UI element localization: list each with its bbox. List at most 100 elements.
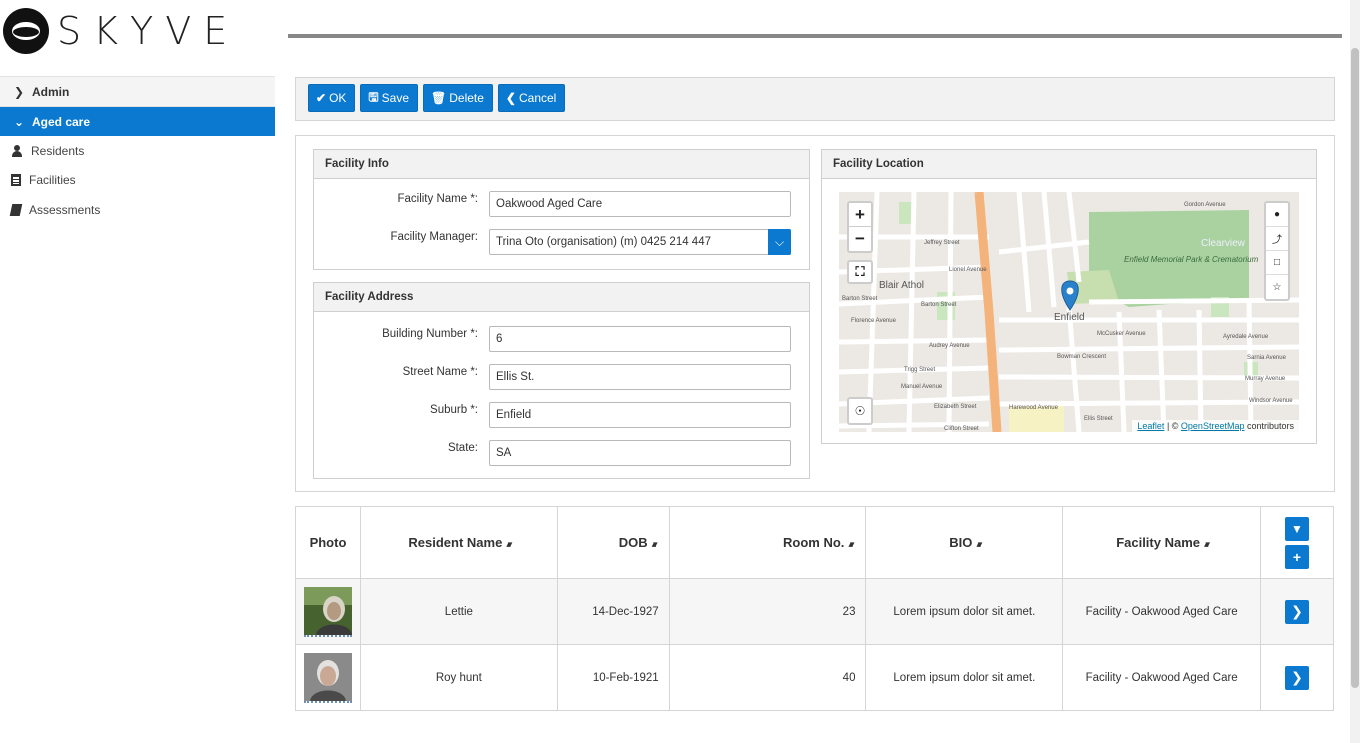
column-title: Resident Name [408,535,503,550]
facility-manager-combo[interactable] [489,229,791,255]
sidebar-item-label: Assessments [29,202,101,217]
resident-photo-image [303,586,352,635]
scrollbar-thumb[interactable] [1351,48,1359,688]
map-label-trigg: Trigg Street [904,367,935,373]
column-title: Photo [309,535,347,550]
column-header-facility-name[interactable]: Facility Name ▴▾ [1062,506,1262,579]
sort-icon[interactable]: ▴▾ [976,539,982,549]
column-title: BIO [949,535,973,550]
map-label-elizabeth: Elizabeth Street [934,404,977,410]
menu-group-aged-care[interactable]: ⌄ Aged care [0,106,275,136]
fullscreen-icon[interactable]: ⛶ [847,260,873,284]
map-label-florence: Florence Avenue [851,318,897,324]
zoom-out-button[interactable]: − [849,227,871,251]
sidebar-menu: ❯ Admin ⌄ Aged care Residents Facilities… [0,76,275,225]
column-header-dob[interactable]: DOB ▴▾ [556,506,670,579]
openstreetmap-link[interactable]: OpenStreetMap [1181,421,1245,431]
fullscreen-control: ⛶ [847,260,873,284]
column-header-resident-name[interactable]: Resident Name ▴▾ [359,506,558,579]
resident-photo[interactable] [303,652,352,703]
sidebar-item-facilities[interactable]: Facilities [0,166,275,196]
bio-cell: Lorem ipsum dolor sit amet. [865,578,1064,645]
column-title: Facility Name [1116,535,1201,550]
locate-icon[interactable]: ☉ [849,399,871,423]
menu-group-admin[interactable]: ❯ Admin [0,76,275,106]
panel-title: Facility Address [314,283,809,312]
chevron-left-icon: ❮ [505,91,516,105]
locate-control: ☉ [847,397,873,425]
delete-label: Delete [449,91,484,105]
resident-photo[interactable] [303,586,352,637]
location-map[interactable]: Blair Athol Enfield Clearview Enfield Me… [839,192,1299,432]
zoom-in-button[interactable]: + [849,203,871,227]
zoom-control: + − [847,201,873,253]
building-number-input[interactable] [489,326,791,352]
sort-icon[interactable]: ▴▾ [506,539,512,549]
map-label-audrey: Audrey Avenue [929,343,970,349]
page-scrollbar[interactable] [1350,0,1360,743]
chevron-down-icon: ⌄ [14,114,25,129]
trash-icon: 🗑 [431,91,447,105]
table-header-row: Photo Resident Name ▴▾ DOB ▴▾ Room No. ▴▾ B… [295,506,1334,579]
map-label-clearview: Clearview [1201,238,1246,249]
map-label-mccusker: McCusker Avenue [1097,331,1146,337]
panel-title: Facility Info [314,150,809,179]
map-label-enfield: Enfield [1054,312,1085,323]
draw-marker-icon[interactable]: ● [1266,203,1288,227]
action-cell: ❯ [1260,578,1334,645]
facility-location-panel: Facility Location Blair Athol Enfield Cl… [821,149,1317,444]
table-row[interactable]: Roy hunt 10-Feb-1921 40 Lorem ipsum dolo… [295,644,1334,711]
leaflet-link[interactable]: Leaflet [1137,421,1164,431]
field-label: Street Name *: [402,366,478,378]
street-name-input[interactable] [489,364,791,390]
map-label-windsor: Windsor Avenue [1249,398,1293,404]
logo-mark-icon [3,8,49,54]
draw-polyline-icon[interactable]: ⤴ [1266,227,1288,251]
map-label-murray: Murray Avenue [1245,376,1286,382]
sort-icon[interactable]: ▴▾ [652,539,658,549]
draw-rectangle-icon[interactable]: □ [1266,251,1288,275]
map-draw-toolbar: ● ⤴ □ ☆ [1264,201,1290,301]
room-cell: 40 [668,644,867,711]
column-title: Room No. [783,535,845,550]
open-row-chevron-right-icon[interactable]: ❯ [1285,599,1309,624]
person-icon [11,144,23,157]
dob-cell: 14-Dec-1927 [556,578,670,645]
suburb-input[interactable] [489,402,791,428]
sort-icon[interactable]: ▴▾ [848,539,854,549]
ok-button[interactable]: ✔ OK [308,84,356,112]
sidebar-item-label: Facilities [29,173,76,188]
facility-name-input[interactable] [489,191,791,217]
map-label-jeffrey: Jeffrey Street [924,240,960,246]
draw-polygon-icon[interactable]: ☆ [1266,275,1288,299]
filter-icon[interactable]: ▼ [1285,516,1309,541]
bio-cell: Lorem ipsum dolor sit amet. [865,644,1064,711]
open-row-chevron-right-icon[interactable]: ❯ [1285,665,1309,690]
facility-info-panel: Facility Info Facility Name *: Facility … [313,149,810,270]
brand-name: SKYVE [57,9,240,53]
attribution-separator: | © [1164,421,1181,431]
map-label-manuel: Manuel Avenue [901,384,943,390]
state-row: State: [314,440,809,466]
chevron-down-icon[interactable]: ⌵ [768,229,791,255]
app-logo: SKYVE [3,8,239,54]
column-header-room-no[interactable]: Room No. ▴▾ [668,506,867,579]
cancel-label: Cancel [518,91,557,105]
cancel-button[interactable]: ❮ Cancel [497,84,566,112]
facility-name-cell: Facility - Oakwood Aged Care [1062,644,1262,711]
add-icon[interactable]: + [1285,544,1309,569]
map-label-lionel: Lionel Avenue [949,267,987,273]
column-header-bio[interactable]: BIO ▴▾ [865,506,1064,579]
suburb-row: Suburb *: [314,402,809,428]
menu-group-label: Admin [32,84,70,99]
table-row[interactable]: Lettie 14-Dec-1927 23 Lorem ipsum dolor … [295,578,1334,645]
sidebar-item-residents[interactable]: Residents [0,136,275,166]
map-attribution: Leaflet | © OpenStreetMap contributors [1132,420,1299,432]
dob-cell: 10-Feb-1921 [556,644,670,711]
sort-icon[interactable]: ▴▾ [1204,539,1210,549]
map-label-ayredale: Ayredale Avenue [1223,334,1269,340]
sidebar-item-assessments[interactable]: Assessments [0,195,275,225]
state-input[interactable] [489,440,791,466]
delete-button[interactable]: 🗑 Delete [423,84,493,112]
save-button[interactable]: 🖫 Save [360,84,418,112]
